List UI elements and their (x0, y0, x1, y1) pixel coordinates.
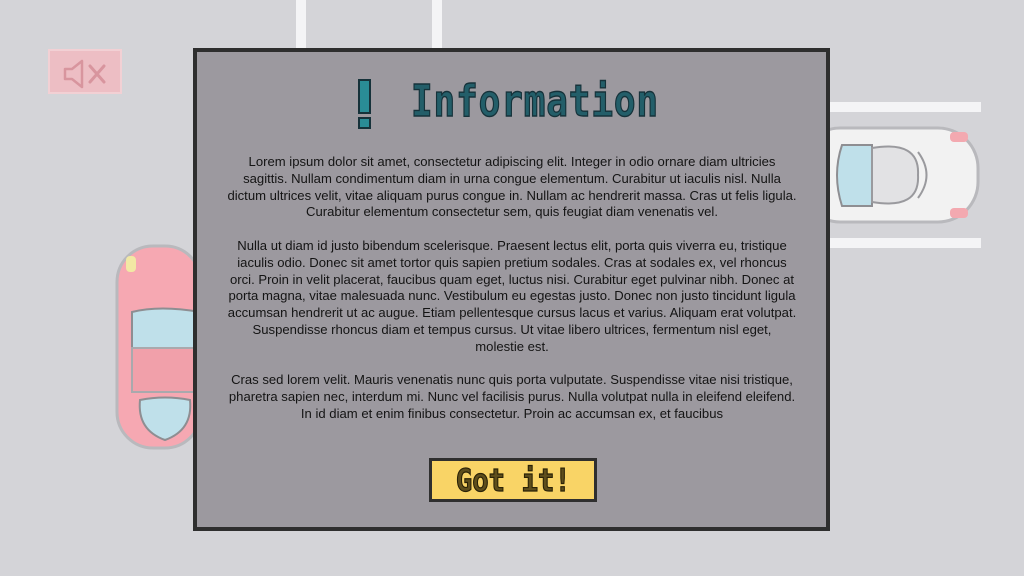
dialog-paragraph: Nulla ut diam id justo bibendum sceleris… (227, 237, 797, 354)
exclamation-icon (358, 79, 371, 129)
information-dialog: Information Lorem ipsum dolor sit amet, … (193, 48, 830, 531)
got-it-button-label: Got it! (455, 463, 571, 499)
pink-car (115, 244, 203, 450)
parking-line (826, 102, 981, 112)
dialog-title: Information (410, 76, 659, 127)
dialog-body-text: Lorem ipsum dolor sit amet, consectetur … (227, 154, 797, 422)
speaker-muted-icon (63, 59, 106, 89)
parking-line (826, 238, 981, 248)
dialog-paragraph: Cras sed lorem velit. Mauris venenatis n… (228, 372, 796, 421)
parking-line (432, 0, 442, 52)
got-it-button[interactable]: Got it! (429, 458, 597, 502)
dialog-paragraph: Lorem ipsum dolor sit amet, consectetur … (227, 154, 797, 220)
dialog-title-row: Information (197, 74, 826, 132)
parking-line (296, 0, 306, 52)
mute-button[interactable] (48, 49, 122, 94)
